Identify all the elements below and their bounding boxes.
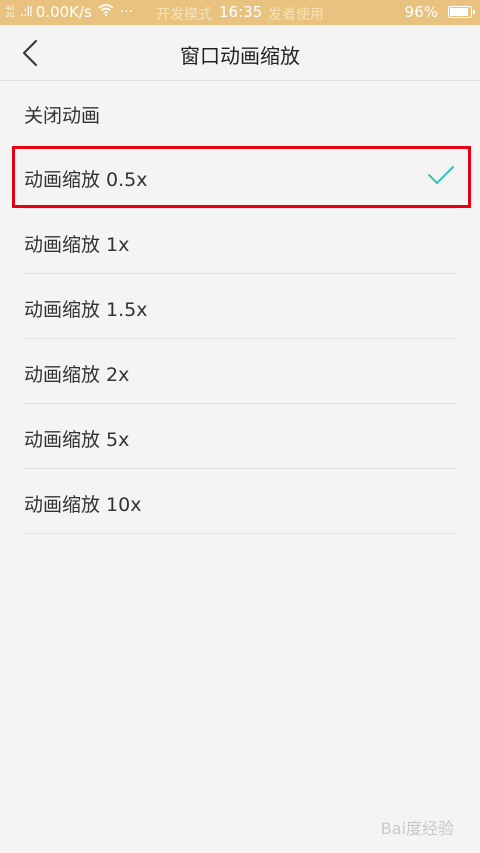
network-type-label: 4G 2G bbox=[6, 5, 20, 19]
battery-fill bbox=[450, 8, 469, 16]
clock: 16:35 bbox=[219, 3, 263, 21]
option-scale-10x[interactable]: 动画缩放 10x bbox=[24, 469, 456, 534]
option-label: 动画缩放 1.5x bbox=[24, 299, 148, 321]
developer-mode-text: 开发模式 bbox=[156, 7, 212, 23]
status-bar: 4G 2G .:ll 0.00K/s ··· 开发模式 16:35 发者使用 9… bbox=[0, 0, 480, 25]
battery-percent: 96% bbox=[404, 3, 438, 21]
wifi-icon bbox=[98, 4, 114, 20]
selection-highlight-box bbox=[12, 146, 471, 208]
developer-use-text: 发者使用 bbox=[268, 7, 324, 23]
network-speed: 0.00K/s bbox=[35, 3, 92, 21]
page-title: 窗口动画缩放 bbox=[180, 44, 300, 68]
title-bar: 窗口动画缩放 bbox=[0, 25, 480, 81]
option-label: 动画缩放 10x bbox=[24, 494, 142, 516]
option-label: 动画缩放 5x bbox=[24, 429, 130, 451]
option-scale-1x[interactable]: 动画缩放 1x bbox=[24, 209, 456, 274]
option-label: 关闭动画 bbox=[24, 105, 101, 127]
option-label: 动画缩放 1x bbox=[24, 234, 130, 256]
network-label-bottom: 2G bbox=[6, 12, 15, 19]
battery-icon bbox=[448, 6, 475, 18]
option-scale-5x[interactable]: 动画缩放 5x bbox=[24, 404, 456, 469]
status-left: 4G 2G .:ll 0.00K/s ··· bbox=[6, 3, 133, 21]
more-notifications-icon: ··· bbox=[119, 4, 134, 20]
baidu-jingyan-watermark: Bai度经验 bbox=[380, 819, 454, 838]
option-scale-1-5x[interactable]: 动画缩放 1.5x bbox=[24, 274, 456, 339]
option-scale-2x[interactable]: 动画缩放 2x bbox=[24, 339, 456, 404]
signal-icon: .:ll bbox=[20, 4, 33, 20]
option-label: 动画缩放 2x bbox=[24, 364, 130, 386]
network-label-top: 4G bbox=[6, 5, 15, 12]
option-animation-off[interactable]: 关闭动画 bbox=[24, 80, 456, 144]
